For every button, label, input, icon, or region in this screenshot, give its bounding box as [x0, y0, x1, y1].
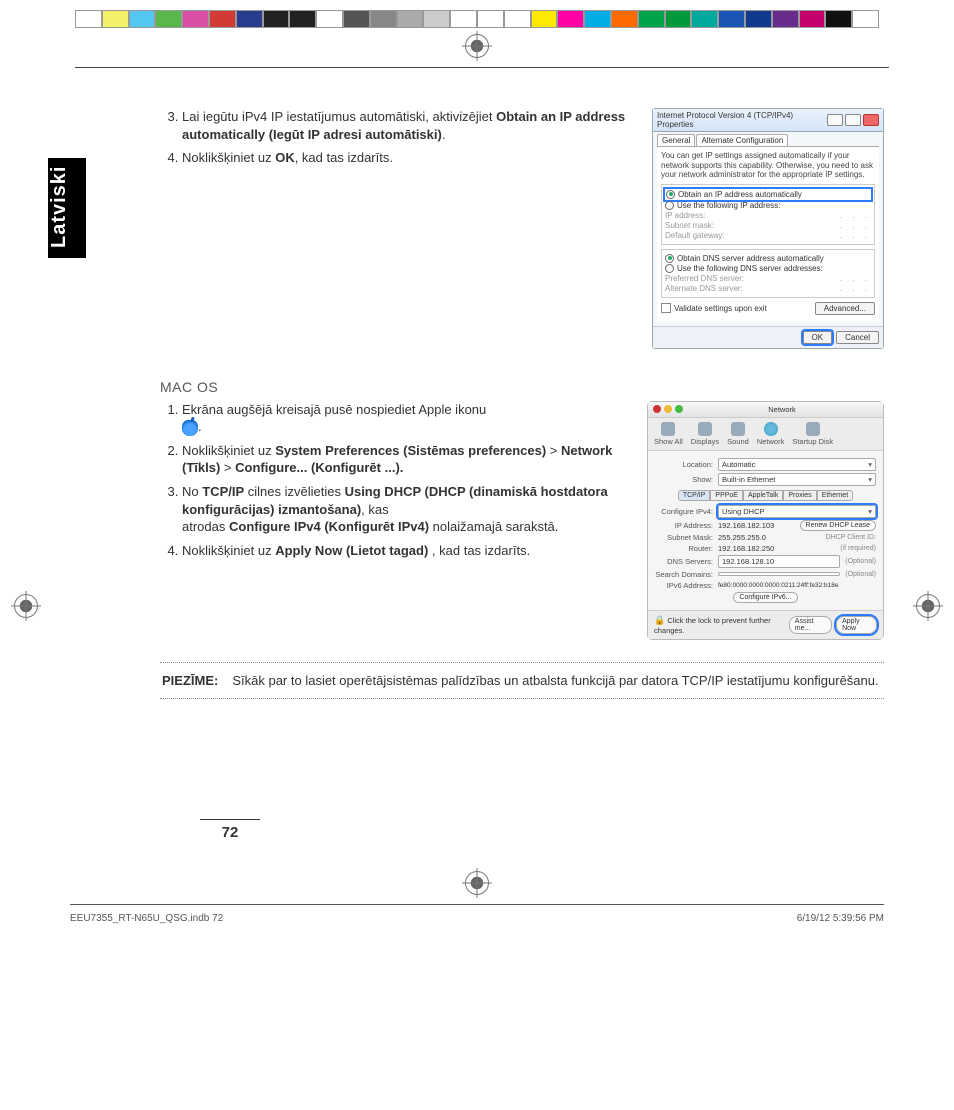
field-preferred-dns: Preferred DNS server:. . .	[665, 274, 871, 283]
assist-me-button[interactable]: Assist me...	[789, 616, 832, 634]
mac-tab-appletalk[interactable]: AppleTalk	[743, 490, 783, 501]
configure-ipv4-label: Configure IPv4:	[655, 507, 713, 516]
mac-pane-title: Network	[686, 405, 878, 414]
checkbox-validate[interactable]: Validate settings upon exit	[661, 303, 767, 313]
win-step-4: Noklikšķiniet uz OK, kad tas izdarīts.	[182, 149, 638, 167]
field-default-gateway: Default gateway:. . .	[665, 231, 871, 240]
footer-timestamp: 6/19/12 5:39:56 PM	[797, 913, 884, 924]
radio-use-ip[interactable]: Use the following IP address:	[665, 201, 871, 210]
language-tab: Latviski	[48, 158, 86, 258]
mac-toolbar-startup-disk[interactable]: Startup Disk	[792, 422, 833, 446]
mac-toolbar: Show All Displays Sound Network Startup Disk	[648, 418, 883, 451]
dns-servers-label: DNS Servers:	[655, 557, 713, 566]
ipv6-address-label: IPv6 Address:	[655, 581, 713, 590]
mac-toolbar-sound[interactable]: Sound	[727, 422, 749, 446]
mac-toolbar-displays[interactable]: Displays	[691, 422, 719, 446]
mac-close-icon[interactable]	[653, 405, 661, 413]
note-block: PIEZĪME: Sīkāk par to lasiet operētājsist…	[160, 662, 884, 699]
mac-toolbar-show-all[interactable]: Show All	[654, 422, 683, 446]
mac-step-3: No TCP/IP cilnes izvēlieties Using DHCP …	[182, 483, 633, 536]
lock-row[interactable]: 🔒 Click the lock to prevent further chan…	[654, 615, 789, 635]
mac-tab-tcpip[interactable]: TCP/IP	[678, 490, 711, 501]
mac-network-pane: Network Show All Displays Sound Network Star…	[647, 401, 884, 640]
mac-minimize-icon[interactable]	[664, 405, 672, 413]
dialog-title: Internet Protocol Version 4 (TCP/IPv4) P…	[657, 111, 827, 129]
field-alternate-dns: Alternate DNS server:. . .	[665, 284, 871, 293]
mac-tab-pppoe[interactable]: PPPoE	[710, 490, 743, 501]
mac-step-2: Noklikšķiniet uz System Preferences (Sis…	[182, 442, 633, 477]
registration-mark-bottom	[465, 871, 489, 895]
registration-mark-left	[14, 594, 38, 618]
maximize-button[interactable]	[845, 114, 861, 126]
tab-general[interactable]: General	[657, 134, 695, 146]
page-number: 72	[200, 819, 260, 841]
registration-mark-top	[465, 34, 489, 58]
show-label: Show:	[655, 475, 713, 484]
renew-dhcp-button[interactable]: Renew DHCP Lease	[800, 520, 876, 531]
dialog-description: You can get IP settings assigned automat…	[661, 151, 875, 180]
apply-now-button[interactable]: Apply Now	[836, 616, 877, 634]
dhcp-client-id-label: DHCP Client ID:	[826, 534, 876, 541]
subnet-mask-label: Subnet Mask:	[655, 533, 713, 542]
note-text: Sīkāk par to lasiet operētājsistēmas pal…	[232, 673, 878, 688]
ipv4-properties-dialog: Internet Protocol Version 4 (TCP/IPv4) P…	[652, 108, 884, 349]
field-ip-address: IP address:. . .	[665, 211, 871, 220]
search-domains-label: Search Domains:	[655, 570, 713, 579]
win-step-3: Lai iegūtu iPv4 IP iestatījumus automāti…	[182, 108, 638, 143]
close-button[interactable]	[863, 114, 879, 126]
mac-subtabs: TCP/IPPPPoEAppleTalkProxiesEthernet	[655, 490, 876, 501]
apple-icon	[182, 420, 198, 436]
dns-servers-field[interactable]: 192.168.128.10	[718, 555, 840, 568]
print-footer: EEU7355_RT-N65U_QSG.indb 72 6/19/12 5:39…	[0, 905, 954, 938]
note-label: PIEZĪME:	[162, 673, 218, 688]
cancel-button[interactable]: Cancel	[836, 331, 879, 344]
mac-zoom-icon[interactable]	[675, 405, 683, 413]
mac-step-4: Noklikšķiniet uz Apply Now (Lietot tagad…	[182, 542, 633, 560]
radio-obtain-dns-auto[interactable]: Obtain DNS server address automatically	[665, 254, 871, 263]
radio-use-dns[interactable]: Use the following DNS server addresses:	[665, 264, 871, 273]
field-subnet-mask: Subnet mask:. . .	[665, 221, 871, 230]
mac-steps: Ekrāna augšējā kreisajā pusē nospiediet …	[160, 401, 633, 559]
ip-address-value: 192.168.182.103	[718, 521, 774, 530]
show-select[interactable]: Built-in Ethernet▾	[718, 473, 876, 486]
mac-toolbar-network[interactable]: Network	[757, 422, 785, 446]
mac-tab-ethernet[interactable]: Ethernet	[817, 490, 853, 501]
print-color-bar	[75, 10, 879, 28]
configure-ipv4-select[interactable]: Using DHCP▾	[718, 505, 876, 518]
tab-alternate[interactable]: Alternate Configuration	[696, 134, 788, 146]
router-label: Router:	[655, 544, 713, 553]
registration-mark-right	[916, 594, 940, 618]
configure-ipv6-button[interactable]: Configure IPv6...	[733, 592, 797, 603]
minimize-button[interactable]	[827, 114, 843, 126]
macos-heading: MAC OS	[160, 379, 884, 395]
router-value: 192.168.182.250	[718, 544, 774, 553]
windows-steps: Lai iegūtu iPv4 IP iestatījumus automāti…	[160, 108, 638, 167]
dhcp-client-hint: (if required)	[840, 545, 876, 552]
ip-address-label: IP Address:	[655, 521, 713, 530]
mac-tab-proxies[interactable]: Proxies	[783, 490, 816, 501]
lock-icon: 🔒	[654, 615, 665, 625]
search-optional: (Optional)	[845, 571, 876, 578]
ok-button[interactable]: OK	[803, 331, 833, 344]
radio-obtain-ip-auto[interactable]: Obtain an IP address automatically	[665, 189, 871, 200]
footer-filename: EEU7355_RT-N65U_QSG.indb 72	[70, 913, 223, 924]
advanced-button[interactable]: Advanced...	[815, 302, 875, 315]
location-select[interactable]: Automatic▾	[718, 458, 876, 471]
search-domains-field[interactable]	[718, 572, 840, 576]
mac-step-1: Ekrāna augšējā kreisajā pusē nospiediet …	[182, 401, 633, 436]
location-label: Location:	[655, 460, 713, 469]
ipv6-address-value: fe80:0000:0000:0000:0211:24ff:fe32:b18e	[718, 582, 839, 589]
dns-optional: (Optional)	[845, 558, 876, 565]
subnet-mask-value: 255.255.255.0	[718, 533, 766, 542]
